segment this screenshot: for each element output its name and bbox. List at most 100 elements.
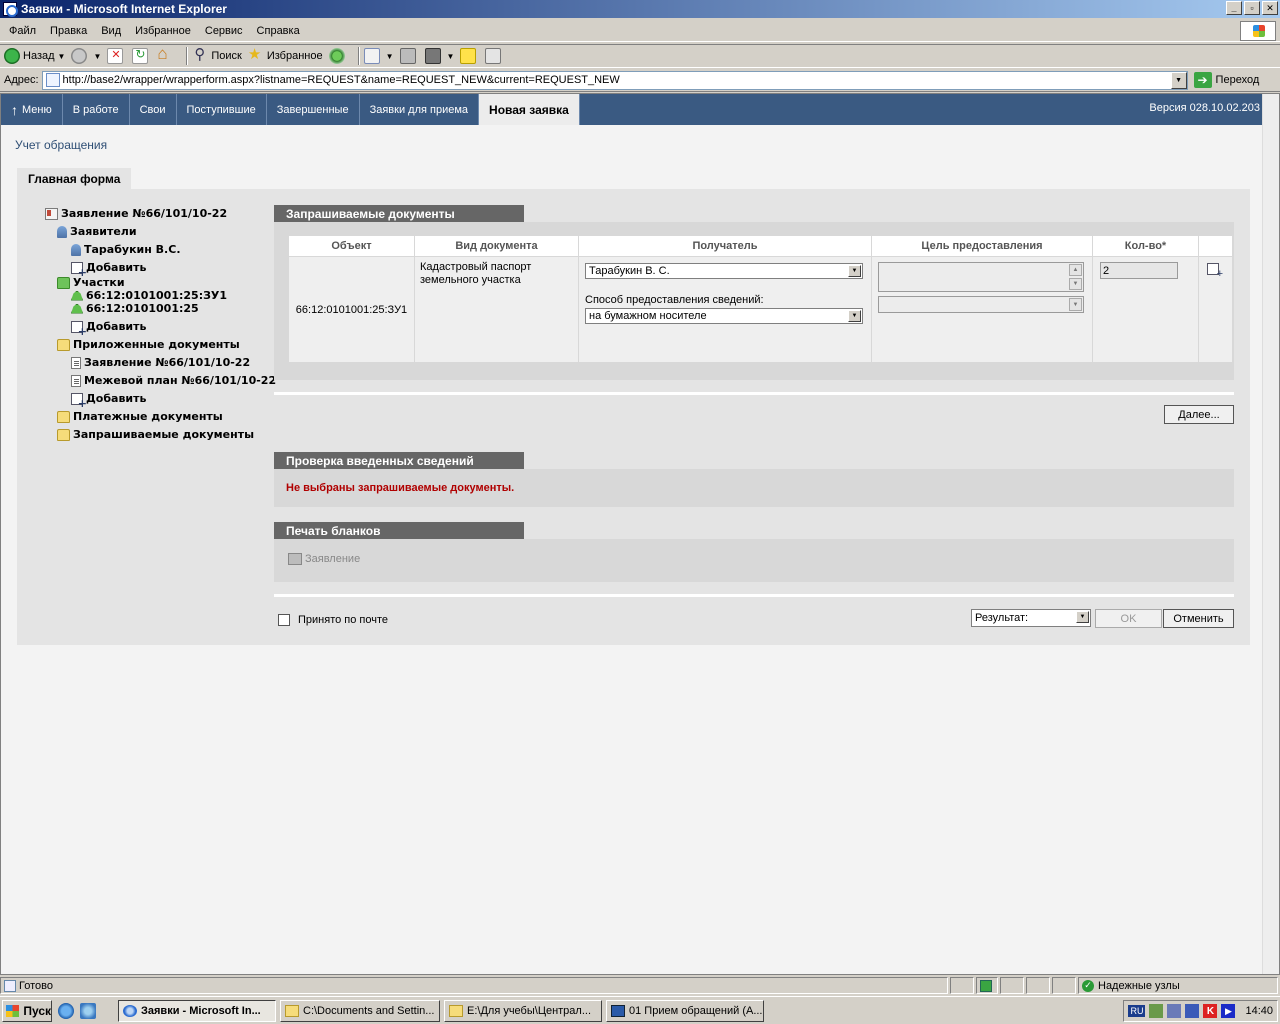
mail-checkbox-row[interactable]: Принято по почте [278,614,388,626]
col-doc-type: Вид документа [414,235,579,257]
tree-plots[interactable]: Участки [57,276,125,289]
tab-for-reception[interactable]: Заявки для приема [360,94,480,125]
tree-add-applicant[interactable]: Добавить [71,261,146,279]
update-icon[interactable] [1185,1004,1200,1018]
favorites-button[interactable]: Избранное [248,45,323,64]
menu-help[interactable]: Справка [250,25,307,37]
menu-file[interactable]: Файл [2,25,43,37]
menu-tools[interactable]: Сервис [198,25,250,37]
chevron-down-icon[interactable]: ▼ [848,310,861,322]
back-arrow-icon [4,48,20,64]
ie-quicklaunch-icon[interactable] [58,1002,74,1019]
network-icon[interactable] [1149,1004,1164,1018]
tree-plot-2[interactable]: 66:12:0101001:25 [71,302,199,315]
stop-button[interactable] [107,48,126,64]
app-navbar: ↑ Меню В работе Свои Поступившие Заверше… [1,94,1264,125]
close-button[interactable]: ✕ [1262,1,1278,15]
add-row-icon[interactable] [1207,263,1223,280]
tree-root[interactable]: Заявление №66/101/10-22 [45,207,227,220]
recipient-select[interactable]: Тарабукин В. С. ▼ [585,263,863,279]
tab-completed[interactable]: Завершенные [267,94,360,125]
go-button[interactable]: ➔ Переход [1193,72,1260,88]
menu-view[interactable]: Вид [94,25,128,37]
divider [274,392,1234,395]
tree-attached[interactable]: Приложенные документы [57,338,240,351]
next-button[interactable]: Далее... [1164,405,1234,424]
outlook-quicklaunch-icon[interactable] [80,1002,96,1019]
tree-add-attached[interactable]: Добавить [71,392,146,410]
language-indicator[interactable]: RU [1128,1005,1146,1017]
tree-requested[interactable]: Запрашиваемые документы [57,428,254,441]
chevron-down-icon[interactable]: ▼ [447,52,455,61]
chevron-down-icon[interactable]: ▼ [1069,298,1082,311]
tab-in-work[interactable]: В работе [63,94,130,125]
tab-own[interactable]: Свои [130,94,177,125]
notes-button[interactable] [460,48,479,64]
media-player-icon[interactable]: ▶ [1221,1004,1236,1018]
vertical-scrollbar[interactable] [1262,94,1279,974]
tree-add-plot-label: Добавить [86,320,147,333]
menu-favorites[interactable]: Избранное [128,25,198,37]
chevron-down-icon[interactable]: ▼ [58,52,66,61]
tree-add-plot[interactable]: Добавить [71,320,147,338]
chevron-down-icon[interactable]: ▼ [1076,611,1089,623]
cancel-button[interactable]: Отменить [1163,609,1234,628]
tree-attached-2[interactable]: Межевой план №66/101/10-22 [71,374,276,387]
method-select[interactable]: на бумажном носителе ▼ [585,308,863,324]
people-icon [57,225,67,238]
restore-button[interactable]: ▫ [1244,1,1260,15]
person-icon [71,243,81,256]
window-titlebar[interactable]: Заявки - Microsoft Internet Explorer _ ▫… [0,0,1280,18]
qty-input[interactable]: 2 [1100,262,1178,279]
chevron-down-icon[interactable]: ▼ [848,265,861,277]
scroll-down-icon[interactable]: ▼ [1069,278,1082,290]
back-button[interactable]: Назад ▼ [4,48,65,64]
chevron-down-icon[interactable]: ▼ [93,52,101,61]
monitor-icon[interactable] [1167,1004,1182,1018]
mail-button[interactable]: ▼ [363,48,394,64]
taskbar-window-explorer-1[interactable]: C:\Documents and Settin... [280,999,440,1022]
minimize-button[interactable]: _ [1226,1,1242,15]
purpose-textarea[interactable]: ▲ ▼ [878,262,1084,292]
menu-edit[interactable]: Правка [43,25,94,37]
start-button[interactable]: Пуск [2,999,52,1022]
antivirus-icon[interactable]: K [1203,1004,1218,1018]
tree-plot-1[interactable]: 66:12:0101001:25:ЗУ1 [71,289,227,302]
tree-applicant-1[interactable]: Тарабукин В.С. [71,243,181,256]
tree-payment[interactable]: Платежные документы [57,410,223,423]
window-title: Заявки - Microsoft Internet Explorer [21,2,227,16]
home-button[interactable] [157,44,176,64]
taskbar-window-ie[interactable]: Заявки - Microsoft In... [118,999,276,1022]
mail-checkbox[interactable] [278,614,290,626]
go-label: Переход [1215,74,1260,86]
folder-icon [57,410,70,423]
col-object: Объект [288,235,415,257]
form-body: Заявление №66/101/10-22 Заявители Тарабу… [17,189,1250,645]
chevron-down-icon[interactable]: ▼ [386,52,394,61]
print-button[interactable] [399,48,419,64]
address-input[interactable]: http://base2/wrapper/wrapperform.aspx?li… [41,70,1188,90]
media-button[interactable] [328,48,348,64]
tab-main-form[interactable]: Главная форма [17,168,131,189]
folder-icon [285,1004,299,1017]
nav-menu[interactable]: ↑ Меню [1,94,63,125]
messenger-button[interactable] [485,48,504,64]
edit-button[interactable]: ▼ [424,48,455,64]
taskbar-window-explorer-2[interactable]: E:\Для учебы\Централ... [444,999,602,1022]
result-select[interactable]: Результат: ▼ [971,609,1091,627]
address-url[interactable]: http://base2/wrapper/wrapperform.aspx?li… [63,74,620,86]
tab-new-request[interactable]: Новая заявка [479,94,580,125]
ok-button[interactable]: OK [1095,609,1162,628]
tree-attached-1[interactable]: Заявление №66/101/10-22 [71,356,250,369]
purpose-select[interactable]: ▼ [878,296,1084,313]
taskbar-window-word[interactable]: 01 Прием обращений (А... [606,999,764,1022]
search-button[interactable]: Поиск [192,45,241,64]
chevron-down-icon[interactable]: ▼ [1170,71,1187,89]
tree-applicants[interactable]: Заявители [57,225,137,238]
print-application-link[interactable]: Заявление [288,553,360,565]
forward-button[interactable]: ▼ [71,48,101,64]
refresh-button[interactable] [132,47,151,64]
scroll-up-icon[interactable]: ▲ [1069,264,1082,276]
tree-applicants-label: Заявители [70,225,137,238]
tab-incoming[interactable]: Поступившие [177,94,267,125]
